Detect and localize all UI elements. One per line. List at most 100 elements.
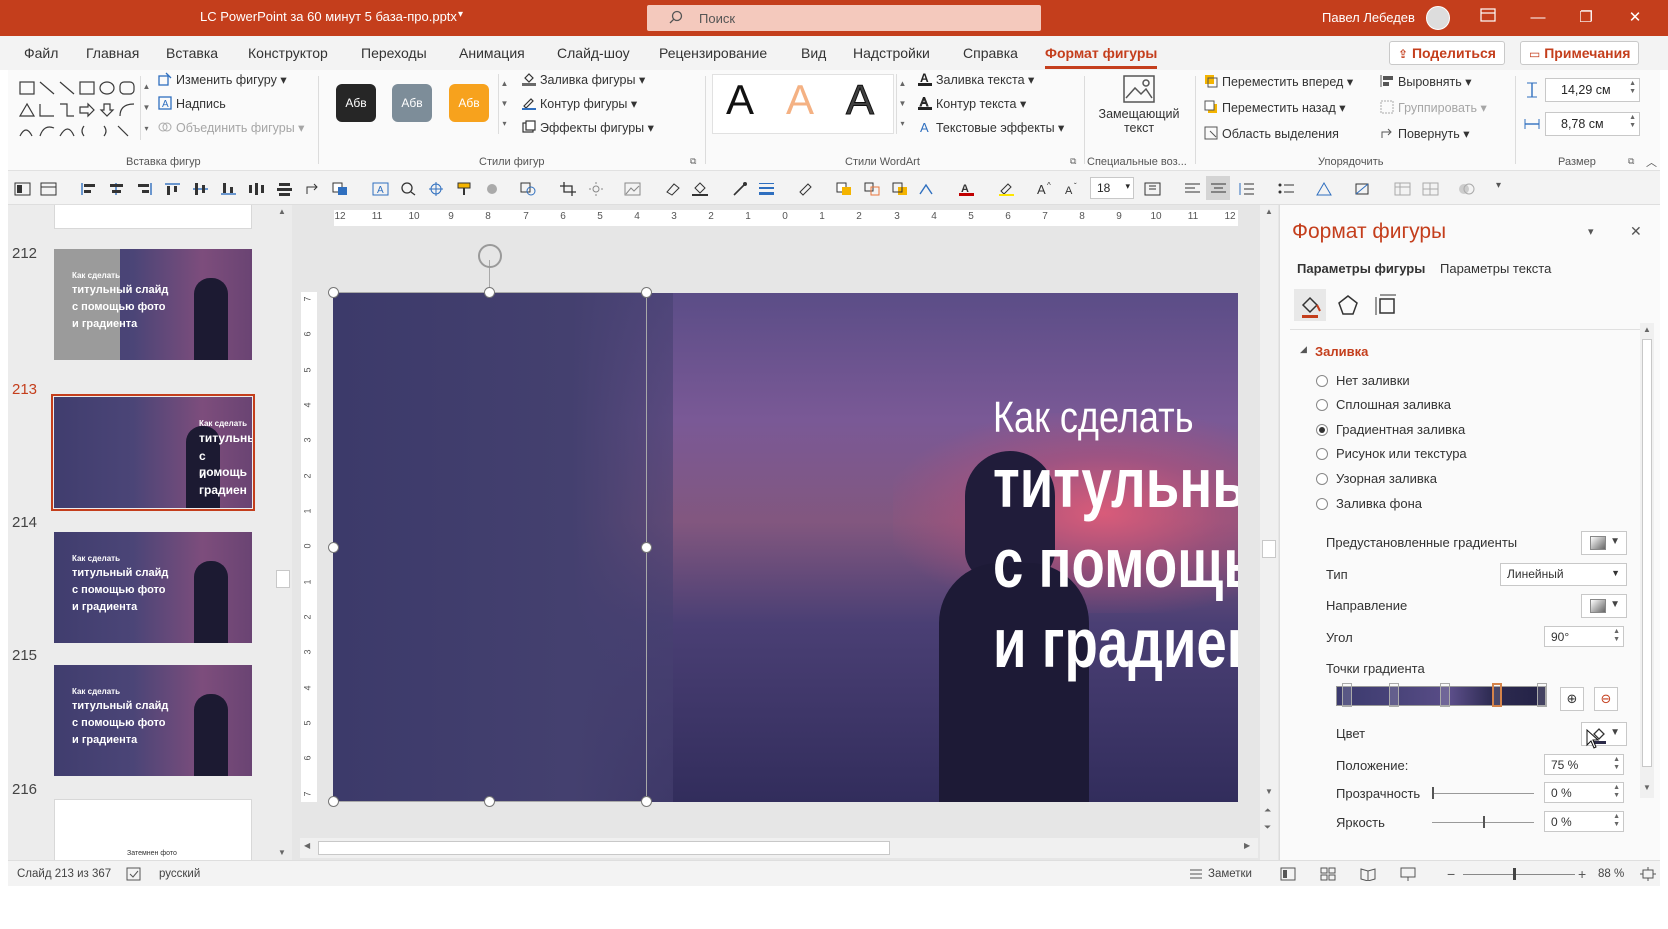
crop-shape-icon[interactable]	[1354, 182, 1371, 196]
resize-handle-top-right[interactable]	[641, 287, 652, 298]
table-icon[interactable]	[1394, 182, 1411, 196]
move-icon[interactable]	[428, 182, 445, 196]
chevron-down-icon[interactable]: ▾	[458, 9, 463, 20]
position-spinner[interactable]: ▲ ▼	[1613, 756, 1620, 772]
shape-styles-icon[interactable]	[1316, 182, 1333, 196]
text-fill-button[interactable]: A Заливка текста ▾	[918, 72, 1034, 87]
edit-shape-button[interactable]: Изменить фигуру ▾	[158, 72, 287, 87]
tab-addins[interactable]: Надстройки	[853, 45, 930, 61]
selection-pane-button[interactable]: Область выделения	[1204, 126, 1339, 141]
scroll-left-icon[interactable]: ◀	[304, 841, 310, 850]
align-center-icon[interactable]	[108, 182, 125, 196]
horizontal-ruler[interactable]: 12 11 10 9 8 7 6 5 4 3 2 1 0 1 2 3 4 5 6 7 8 9 10 11 12	[334, 210, 1238, 226]
angle-spinner[interactable]: ▲ ▼	[1613, 628, 1620, 644]
scroll-down-icon[interactable]: ▼	[1643, 783, 1651, 792]
zoom-slider[interactable]	[1463, 874, 1575, 875]
gradient-stop-selected[interactable]	[1492, 683, 1502, 707]
scroll-thumb[interactable]	[276, 570, 290, 588]
eyedropper-icon[interactable]	[732, 182, 749, 196]
resize-handle-top-left[interactable]	[328, 287, 339, 298]
language-indicator[interactable]: русский	[159, 868, 200, 880]
effects-category[interactable]	[1332, 289, 1364, 321]
scroll-up-icon[interactable]: ▲	[1643, 325, 1651, 334]
tab-transitions[interactable]: Переходы	[361, 45, 427, 61]
transparency-slider-thumb[interactable]	[1432, 787, 1434, 799]
scroll-up-icon[interactable]: ▲	[278, 207, 286, 216]
dialog-launcher-icon[interactable]: ⧉	[690, 156, 696, 167]
fit-to-window-icon[interactable]	[1640, 867, 1656, 881]
resize-handle-bottom-left[interactable]	[328, 796, 339, 807]
tab-help[interactable]: Справка	[963, 45, 1018, 61]
pane-scrollbar[interactable]: ▲ ▼	[1640, 323, 1654, 798]
previous-slide-icon[interactable]: ⏶	[1264, 805, 1271, 816]
rotate-handle[interactable]	[478, 244, 502, 268]
transparency-slider[interactable]	[1432, 793, 1534, 794]
distribute-vertical-icon[interactable]	[276, 182, 293, 196]
slide-canvas[interactable]: Как сделать титульный с помощью и градие…	[333, 293, 1238, 802]
style-swatch-dark[interactable]: Абв	[336, 84, 376, 122]
scroll-thumb[interactable]	[1262, 540, 1276, 558]
text-box-icon[interactable]: A	[372, 182, 389, 196]
thumbnail-215[interactable]: Как сделать титульный слайд с помощью фо…	[54, 665, 252, 776]
resize-handle-bottom[interactable]	[484, 796, 495, 807]
scroll-down-icon[interactable]: ▼	[278, 848, 286, 857]
text-direction-icon[interactable]	[1144, 182, 1161, 196]
direction-dropdown[interactable]: ▼	[1581, 594, 1627, 618]
alt-text-button[interactable]: Замещающий текст	[1094, 74, 1184, 144]
remove-gradient-stop-button[interactable]: ⊖	[1594, 687, 1618, 711]
zoom-level[interactable]: 88 %	[1598, 868, 1624, 880]
customize-qat-icon[interactable]: ▾	[1496, 180, 1501, 191]
gradient-stop[interactable]	[1389, 683, 1399, 707]
text-box-button[interactable]: A Надпись	[158, 96, 226, 111]
position-field[interactable]: 75 % ▲ ▼	[1544, 754, 1624, 775]
avatar[interactable]	[1426, 6, 1450, 30]
rotate-icon[interactable]	[304, 182, 321, 196]
shape-height-field[interactable]: 14,29 см ▲ ▼	[1545, 78, 1640, 102]
tab-shape-options[interactable]: Параметры фигуры	[1297, 261, 1425, 276]
gradient-stop[interactable]	[1342, 683, 1352, 707]
decrease-font-icon[interactable]: Aˇ	[1064, 182, 1081, 196]
scroll-right-icon[interactable]: ▶	[1244, 841, 1250, 850]
zoom-out-icon[interactable]: −	[1447, 866, 1455, 882]
scroll-thumb[interactable]	[318, 841, 890, 855]
user-name[interactable]: Павел Лебедев	[1322, 10, 1415, 25]
resize-handle-top[interactable]	[484, 287, 495, 298]
transparency-spinner[interactable]: ▲ ▼	[1613, 784, 1620, 800]
align-button[interactable]: Выровнять ▾	[1380, 74, 1472, 89]
zoom-in-icon[interactable]: +	[1578, 866, 1586, 882]
pane-options-icon[interactable]: ▾	[1588, 225, 1594, 238]
gradient-type-select[interactable]: Линейный ▼	[1500, 563, 1627, 586]
wordart-style-outline[interactable]: A	[845, 76, 874, 124]
font-size-field[interactable]: 18 ▾	[1090, 177, 1134, 199]
wordart-style-black[interactable]: A	[726, 76, 754, 124]
tab-slideshow[interactable]: Слайд-шоу	[557, 45, 630, 61]
tab-shape-format[interactable]: Формат фигуры	[1045, 45, 1158, 69]
align-text-left-icon[interactable]	[1184, 182, 1201, 196]
slide-title-line-3[interactable]: с помощью	[993, 523, 1238, 603]
shapes-icon[interactable]	[520, 182, 537, 196]
thumbnails-scrollbar[interactable]: ▲ ▼	[274, 205, 292, 860]
shape-merge-icon[interactable]	[1458, 182, 1475, 196]
outline-color-icon[interactable]	[798, 182, 815, 196]
share-button[interactable]: ⇪ Поделиться	[1389, 41, 1505, 65]
preset-gradients-dropdown[interactable]: ▼	[1581, 531, 1627, 555]
resize-handle-bottom-right[interactable]	[641, 796, 652, 807]
align-right-icon[interactable]	[136, 182, 153, 196]
slideshow-icon[interactable]	[1400, 867, 1416, 881]
zoom-slider-thumb[interactable]	[1513, 868, 1516, 880]
send-backward-button[interactable]: Переместить назад ▾	[1204, 100, 1346, 115]
thumbnail-212[interactable]: Как сделать титульный слайд с помощью фо…	[54, 249, 252, 360]
slide-counter[interactable]: Слайд 213 из 367	[17, 868, 111, 880]
highlight-icon[interactable]	[998, 182, 1015, 196]
wordart-style-orange[interactable]: A	[786, 76, 814, 124]
thumbnail-213[interactable]: Как сделать титульны с помощь и градиен	[54, 397, 252, 508]
align-middle-icon[interactable]	[192, 182, 209, 196]
bring-forward-icon[interactable]	[836, 182, 853, 196]
gradient-rectangle[interactable]	[333, 293, 673, 802]
shape-outline-button[interactable]: Контур фигуры ▾	[522, 96, 637, 111]
minimize-icon[interactable]: —	[1528, 8, 1548, 28]
layout-icon[interactable]	[14, 182, 31, 196]
reading-view-icon[interactable]	[1360, 867, 1376, 881]
new-slide-icon[interactable]	[40, 182, 57, 196]
search-box[interactable]: Поиск	[647, 5, 1041, 31]
